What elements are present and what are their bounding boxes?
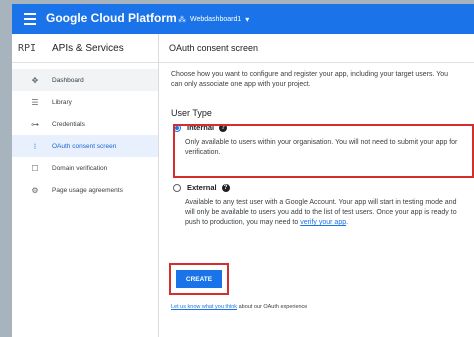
consent-icon: ⁝ <box>33 141 37 151</box>
project-selector[interactable]: ⁂ Webdashboard1 ▾ <box>178 11 249 27</box>
key-icon: ⊶ <box>31 119 39 129</box>
intro-text: Choose how you want to configure and reg… <box>171 71 449 88</box>
chevron-down-icon: ▾ <box>245 14 250 24</box>
sidebar-item-credentials[interactable]: ⊶ Credentials <box>12 113 158 135</box>
top-app-bar: Google Cloud Platform ⁂ Webdashboard1 ▾ <box>12 4 474 34</box>
sidebar-item-label: Dashboard <box>52 76 84 84</box>
page-title: OAuth consent screen <box>159 34 474 63</box>
settings-icon: ⚙ <box>31 185 39 195</box>
feedback-line: Let us know what you think about our OAu… <box>171 304 307 310</box>
menu-icon[interactable] <box>24 13 36 25</box>
api-icon: RPI <box>18 42 37 54</box>
help-icon[interactable]: ? <box>221 184 230 192</box>
sidebar-item-domain-verification[interactable]: ☐ Domain verification <box>12 157 158 179</box>
sidebar-title: APIs & Services <box>52 42 124 54</box>
sidebar-item-dashboard[interactable]: ✥ Dashboard <box>12 69 158 91</box>
project-icon: ⁂ <box>178 14 186 24</box>
internal-highlight-box <box>173 124 474 178</box>
external-description-suffix: . <box>346 219 349 226</box>
dashboard-icon: ✥ <box>31 75 39 85</box>
browser-frame: Google Cloud Platform ⁂ Webdashboard1 ▾ … <box>12 4 474 337</box>
sidebar-header: RPI APIs & Services <box>12 34 158 63</box>
user-type-heading: User Type <box>171 108 212 118</box>
sidebar-item-label: Domain verification <box>52 164 108 172</box>
external-option: External ? Available to any test user wi… <box>173 182 463 228</box>
sidebar-item-label: Page usage agreements <box>52 186 123 194</box>
feedback-text: about our OAuth experience <box>237 304 308 310</box>
create-button[interactable]: CREATE <box>176 270 222 288</box>
library-icon: ☰ <box>31 97 39 107</box>
create-highlight-box: CREATE <box>169 263 229 295</box>
brand-title[interactable]: Google Cloud Platform <box>46 11 177 25</box>
feedback-link[interactable]: Let us know what you think <box>171 304 237 310</box>
sidebar-item-label: OAuth consent screen <box>52 142 117 150</box>
sidebar-item-page-usage[interactable]: ⚙ Page usage agreements <box>12 179 158 201</box>
external-description: Available to any test user with a Google… <box>185 198 463 228</box>
sidebar-item-label: Library <box>52 98 72 106</box>
verify-app-link[interactable]: verify your app <box>300 219 346 226</box>
external-label[interactable]: External <box>187 183 217 193</box>
sidebar-item-label: Credentials <box>52 120 85 128</box>
external-radio[interactable] <box>173 184 181 192</box>
sidebar-item-oauth-consent[interactable]: ⁝ OAuth consent screen <box>12 135 158 157</box>
sidebar: RPI APIs & Services ✥ Dashboard ☰ Librar… <box>12 34 159 337</box>
domain-icon: ☐ <box>31 163 39 173</box>
sidebar-item-library[interactable]: ☰ Library <box>12 91 158 113</box>
project-name: Webdashboard1 <box>190 15 242 23</box>
